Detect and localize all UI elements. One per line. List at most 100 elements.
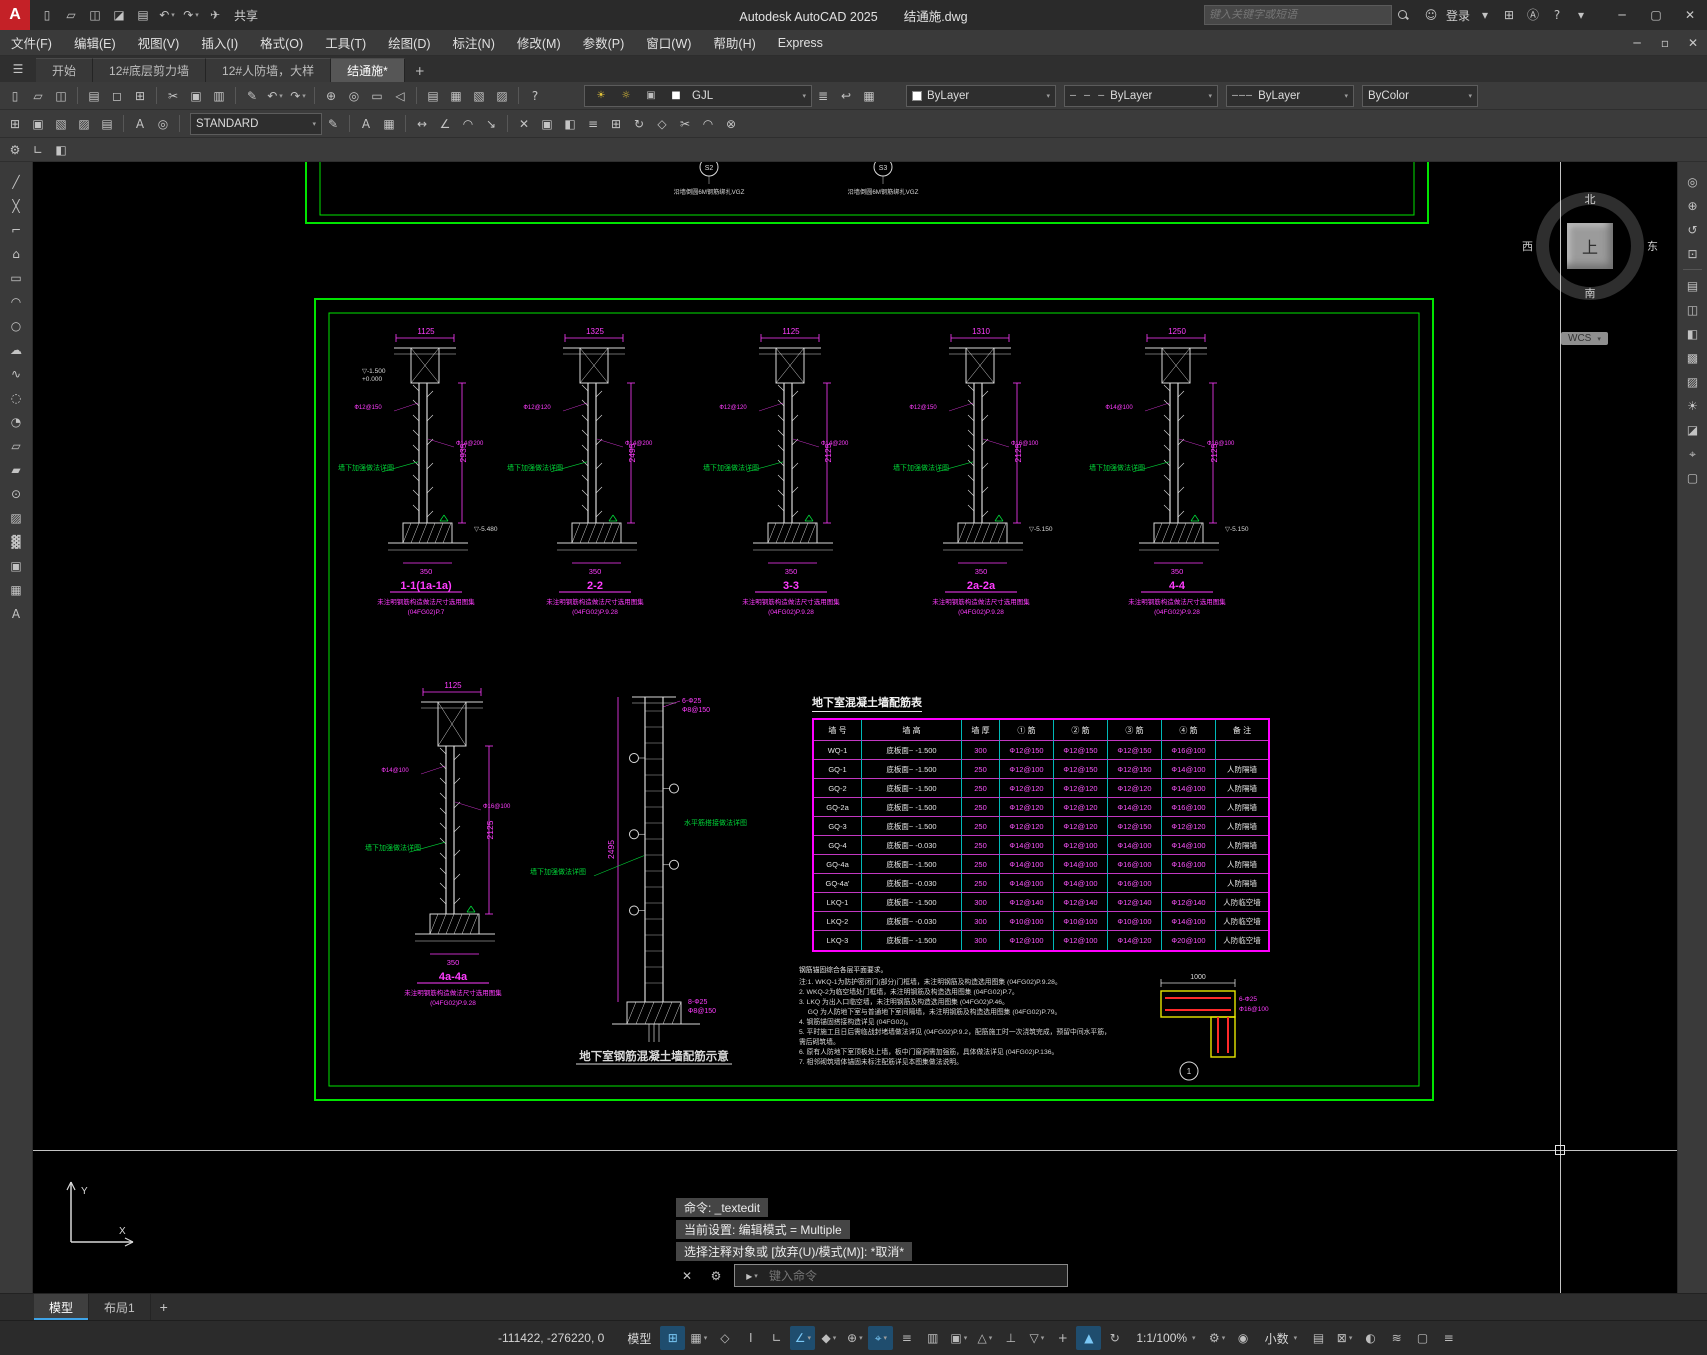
open-icon[interactable]: ▱ (27, 85, 49, 107)
line-icon[interactable]: ╱ (4, 170, 29, 193)
arc-icon[interactable]: ◠ (4, 290, 29, 313)
cut-icon[interactable]: ✂ (162, 85, 184, 107)
doc-minimize-button[interactable]: ─ (1623, 30, 1651, 56)
redo-icon-caret[interactable]: ▾ (302, 92, 306, 100)
menu-item-格式(O)[interactable]: 格式(O) (249, 30, 314, 55)
render-icon[interactable]: ▩ (1680, 346, 1705, 369)
plot-preview-icon[interactable]: ◻ (106, 85, 128, 107)
menu-item-编辑(E)[interactable]: 编辑(E) (63, 30, 127, 55)
zoom-extents-icon[interactable]: ⊡ (1680, 242, 1705, 265)
object-snap-tracking-icon-caret[interactable]: ▾ (859, 1334, 863, 1342)
polyline-icon[interactable]: ⌐ (4, 218, 29, 241)
command-close-icon[interactable]: ✕ (676, 1265, 698, 1287)
named-views-icon[interactable]: ◫ (1680, 298, 1705, 321)
circle-icon[interactable]: ○ (4, 314, 29, 337)
workspace-switch-icon-caret[interactable]: ▾ (1222, 1334, 1226, 1342)
layer-caret-icon[interactable]: ▾ (802, 92, 806, 100)
command-input[interactable] (769, 1268, 1061, 1283)
layer-freeze-icon[interactable]: ☼ (615, 85, 637, 107)
command-input-box[interactable]: ▸ ▾ (734, 1264, 1068, 1287)
plot-icon[interactable]: ▤ (83, 85, 105, 107)
model-space-button[interactable]: 模型 (618, 1325, 660, 1351)
plot-icon[interactable]: ▤ (132, 4, 154, 26)
grid-icon[interactable]: ⊞ (660, 1326, 686, 1350)
snap-icon-caret[interactable]: ▾ (704, 1334, 708, 1342)
match-properties-icon[interactable]: ✎ (241, 85, 263, 107)
minimize-button[interactable]: ─ (1605, 0, 1639, 30)
materials-icon[interactable]: ▨ (1680, 370, 1705, 393)
customize-icon[interactable]: ≡ (1436, 1326, 1461, 1350)
leader-icon[interactable]: ↘ (480, 113, 502, 135)
undo-icon[interactable]: ↶ ▾ (264, 85, 286, 107)
recent-commands-icon[interactable]: ▸ ▾ (741, 1265, 763, 1287)
save-as-icon[interactable]: ◪ (108, 4, 130, 26)
redo-icon-caret[interactable]: ▾ (195, 11, 199, 19)
layer-on-icon[interactable]: ☀ (590, 85, 612, 107)
transparency-icon[interactable]: ▥ (920, 1326, 945, 1350)
block-editor-icon[interactable]: ▣ (27, 113, 49, 135)
file-tab-12#底层剪力墙[interactable]: 12#底层剪力墙 (93, 58, 207, 82)
find-icon[interactable]: ◎ (152, 113, 174, 135)
explode-icon[interactable]: ⊗ (720, 113, 742, 135)
text-style-control[interactable]: STANDARD ▾ (190, 112, 322, 135)
dim-linear-icon[interactable]: ↔ (411, 113, 433, 135)
clean-screen-icon[interactable]: ▢ (1680, 466, 1705, 489)
doc-restore-button[interactable]: ▫ (1651, 30, 1679, 56)
erase-icon[interactable]: ✕ (513, 113, 535, 135)
object-snap-icon-caret[interactable]: ▾ (883, 1334, 887, 1342)
paste-icon[interactable]: ▥ (208, 85, 230, 107)
zoom-window-icon[interactable]: ▭ (366, 85, 388, 107)
revision-cloud-icon[interactable]: ☁ (4, 338, 29, 361)
insert-block-icon[interactable]: ⊞ (4, 113, 26, 135)
gizmo-icon[interactable]: + (1050, 1326, 1075, 1350)
sheet-set-icon[interactable]: ▨ (491, 85, 513, 107)
polar-tracking-icon-caret[interactable]: ▾ (807, 1334, 811, 1342)
object-snap-3d-icon-caret[interactable]: ▾ (989, 1334, 993, 1342)
drawing-area[interactable]: S2 沿墙倒圆6M钢筋绑扎VGZ S3 沿墙倒圆6M钢筋绑扎VGZ 1125 2935 35… (33, 162, 1677, 1293)
new-tab-button[interactable]: + (409, 60, 431, 82)
menu-item-修改(M)[interactable]: 修改(M) (506, 30, 572, 55)
close-button[interactable]: ✕ (1673, 0, 1707, 30)
menu-item-Express[interactable]: Express (767, 30, 834, 55)
rectangle-icon[interactable]: ▭ (4, 266, 29, 289)
copy-object-icon[interactable]: ▣ (536, 113, 558, 135)
xref-icon[interactable]: ▧ (50, 113, 72, 135)
text-edit-icon[interactable]: ✎ (322, 113, 344, 135)
point-icon[interactable]: ⊙ (4, 482, 29, 505)
menu-item-插入(I)[interactable]: 插入(I) (190, 30, 249, 55)
redo-icon[interactable]: ↷ ▾ (180, 4, 202, 26)
steering-wheel-icon[interactable]: ◎ (1680, 170, 1705, 193)
layer-properties-icon[interactable]: ≣ (812, 85, 834, 107)
layer-control[interactable]: ☀ ☼ ▣ ■ GJL ▾ (584, 84, 812, 107)
share-icon[interactable]: ✈ (204, 4, 226, 26)
zoom-realtime-icon[interactable]: ◎ (343, 85, 365, 107)
help-icon[interactable]: ? (524, 85, 546, 107)
new-drawing-icon[interactable]: ▯ (36, 4, 58, 26)
compass-east[interactable]: 东 (1647, 238, 1658, 254)
selection-filter-icon-caret[interactable]: ▾ (1041, 1334, 1045, 1342)
visual-styles-icon[interactable]: ◧ (1680, 322, 1705, 345)
compass-west[interactable]: 西 (1522, 238, 1533, 254)
layer-color-chip-icon[interactable]: ■ (665, 85, 687, 107)
menu-item-标注(N)[interactable]: 标注(N) (442, 30, 506, 55)
compass-north[interactable]: 北 (1585, 191, 1596, 207)
menu-item-绘图(D)[interactable]: 绘图(D) (377, 30, 441, 55)
graphics-performance-icon[interactable]: ≋ (1384, 1326, 1409, 1350)
plot-style-control[interactable]: ByColor ▾ (1362, 84, 1478, 107)
menu-item-参数(P)[interactable]: 参数(P) (572, 30, 636, 55)
menu-item-帮助(H)[interactable]: 帮助(H) (702, 30, 766, 55)
properties-icon[interactable]: ▤ (422, 85, 444, 107)
menu-item-窗口(W)[interactable]: 窗口(W) (635, 30, 702, 55)
qnew-icon[interactable]: ▯ (4, 85, 26, 107)
lineweight-display-icon[interactable]: ≡ (894, 1326, 919, 1350)
save-icon[interactable]: ◫ (50, 85, 72, 107)
table-icon[interactable]: ▦ (378, 113, 400, 135)
text-style-caret-icon[interactable]: ▾ (312, 120, 316, 128)
command-window[interactable]: 命令: _textedit 当前设置: 编辑模式 = Multiple 选择注释对象… (676, 1198, 1068, 1287)
quick-properties-icon[interactable]: ▤ (1306, 1326, 1331, 1350)
share-button[interactable]: 共享 (234, 7, 258, 24)
recent-commands-icon-caret[interactable]: ▾ (754, 1272, 758, 1280)
object-snap-3d-icon[interactable]: △ ▾ (972, 1326, 997, 1350)
file-tab-12#人防墙，大样[interactable]: 12#人防墙，大样 (206, 58, 332, 82)
lights-icon[interactable]: ☀ (1680, 394, 1705, 417)
